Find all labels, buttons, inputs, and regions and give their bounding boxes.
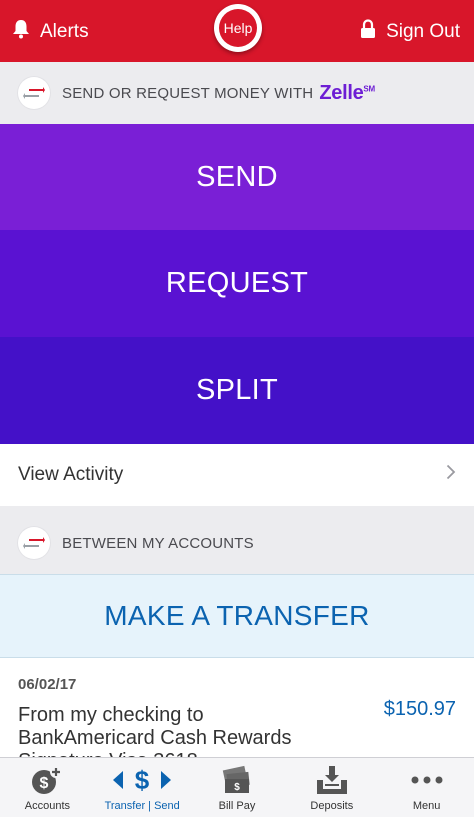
help-label: Help — [219, 9, 257, 47]
transfer-arrows-icon — [18, 527, 50, 559]
lock-icon — [360, 19, 376, 45]
chevron-right-icon — [446, 464, 456, 486]
view-activity-row[interactable]: View Activity — [0, 444, 474, 506]
tab-deposits[interactable]: Deposits — [284, 758, 379, 817]
svg-text:$: $ — [234, 782, 240, 793]
tab-bill-pay-label: Bill Pay — [218, 800, 256, 812]
accounts-section-header: BETWEEN MY ACCOUNTS — [0, 512, 474, 574]
request-button[interactable]: REQUEST — [0, 230, 474, 337]
help-button[interactable]: Help — [214, 4, 262, 52]
transfer-icon: $ — [111, 763, 173, 797]
bill-pay-icon: $ — [219, 763, 255, 797]
transaction-description: From my checking to BankAmericard Cash R… — [18, 704, 292, 758]
zelle-section-header: SEND OR REQUEST MONEY WITH ZelleSM — [0, 62, 474, 124]
zelle-logo: ZelleSM — [319, 81, 375, 104]
tab-menu[interactable]: Menu — [379, 758, 474, 817]
transaction-row[interactable]: 06/02/17 From my checking to BankAmerica… — [0, 658, 474, 758]
tab-bill-pay[interactable]: $ Bill Pay — [190, 758, 285, 817]
accounts-icon: $ — [30, 763, 64, 797]
alerts-label: Alerts — [40, 21, 89, 42]
transfer-arrows-icon — [18, 77, 50, 109]
transaction-date: 06/02/17 — [18, 676, 77, 693]
make-transfer-button[interactable]: MAKE A TRANSFER — [0, 574, 474, 658]
deposits-icon — [315, 763, 349, 797]
tab-transfer-send-label: Transfer | Send — [104, 800, 180, 812]
tab-menu-label: Menu — [412, 800, 441, 812]
zelle-section-label: SEND OR REQUEST MONEY WITH — [62, 84, 314, 102]
sign-out-label: Sign Out — [386, 21, 460, 42]
view-activity-label: View Activity — [18, 464, 124, 485]
app-header: Alerts Help Sign Out — [0, 0, 474, 62]
bell-icon — [12, 19, 30, 45]
tab-transfer-send[interactable]: $ Transfer | Send — [95, 758, 190, 817]
transaction-amount: $150.97 — [383, 698, 456, 720]
accounts-section-label: BETWEEN MY ACCOUNTS — [62, 534, 254, 552]
sign-out-button[interactable]: Sign Out — [360, 18, 460, 46]
tab-deposits-label: Deposits — [310, 800, 354, 812]
split-button[interactable]: SPLIT — [0, 337, 474, 444]
tab-accounts-label: Accounts — [24, 800, 71, 812]
svg-text:$: $ — [135, 766, 150, 794]
more-icon — [410, 763, 444, 797]
alerts-button[interactable]: Alerts — [12, 18, 89, 46]
tab-accounts[interactable]: $ Accounts — [0, 758, 95, 817]
send-button[interactable]: SEND — [0, 124, 474, 230]
svg-text:$: $ — [40, 775, 49, 792]
bottom-tab-bar: $ Accounts $ Transfer | Send $ Bill Pay … — [0, 757, 474, 817]
